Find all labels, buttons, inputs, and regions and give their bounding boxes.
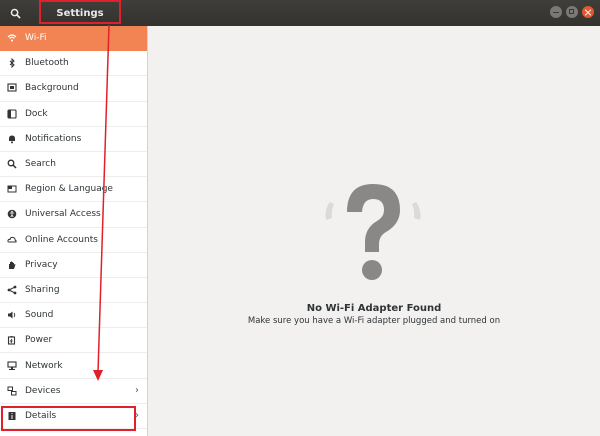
close-button[interactable] <box>582 6 594 18</box>
hand-icon <box>7 260 17 270</box>
sidebar-item-label: Region & Language <box>25 184 113 195</box>
main-panel: No Wi-Fi Adapter Found Make sure you hav… <box>148 26 600 436</box>
sidebar-item-network[interactable]: Network <box>0 353 147 379</box>
maximize-button[interactable] <box>566 6 578 18</box>
minimize-button[interactable] <box>550 6 562 18</box>
share-icon <box>7 285 17 295</box>
devices-icon <box>7 386 17 396</box>
sidebar-item-label: Wi-Fi <box>25 33 47 44</box>
cloud-icon <box>7 235 17 245</box>
sidebar-item-power[interactable]: Power <box>0 328 147 354</box>
search-icon <box>10 8 21 19</box>
sidebar-item-label: Background <box>25 83 79 94</box>
sidebar-item-label: Universal Access <box>25 209 101 220</box>
question-mark-icon <box>325 184 421 280</box>
bluetooth-icon <box>7 58 17 69</box>
network-icon <box>7 360 17 371</box>
sidebar-item-privacy[interactable]: Privacy <box>0 253 147 278</box>
sidebar-item-online-accounts[interactable]: Online Accounts <box>0 228 147 253</box>
sidebar-item-label: Search <box>25 159 56 170</box>
dock-icon <box>7 109 17 119</box>
accessibility-icon <box>7 209 17 219</box>
bell-icon <box>7 134 17 144</box>
sidebar-item-label: Notifications <box>25 133 82 144</box>
wifi-icon <box>7 33 17 43</box>
sidebar-item-label: Dock <box>25 108 48 119</box>
window-controls <box>550 6 594 18</box>
speaker-icon <box>7 310 17 320</box>
sidebar-item-label: Power <box>25 335 53 346</box>
background-icon <box>7 83 17 93</box>
sidebar-item-search[interactable]: Search <box>0 152 147 178</box>
sidebar-item-label: Network <box>25 360 63 371</box>
search-button[interactable] <box>0 0 30 26</box>
flag-icon <box>7 184 17 194</box>
sidebar-item-label: Online Accounts <box>25 234 98 245</box>
sidebar: Wi-Fi Bluetooth Background Dock Notifica… <box>0 26 148 436</box>
sidebar-item-dock[interactable]: Dock <box>0 102 147 127</box>
sidebar-item-label: Sharing <box>25 284 60 295</box>
sidebar-item-label: Sound <box>25 310 54 321</box>
empty-state-title: No Wi-Fi Adapter Found <box>306 303 442 314</box>
title-highlight-box <box>39 0 121 24</box>
sidebar-item-label: Devices <box>25 385 61 396</box>
empty-state-subtitle: Make sure you have a Wi-Fi adapter plugg… <box>247 316 501 326</box>
sidebar-item-sound[interactable]: Sound <box>0 303 147 329</box>
battery-icon <box>7 335 17 345</box>
sidebar-item-devices[interactable]: Devices › <box>0 379 147 404</box>
sidebar-item-background[interactable]: Background <box>0 76 147 102</box>
search-icon <box>7 159 17 169</box>
sidebar-item-region-language[interactable]: Region & Language <box>0 177 147 203</box>
sidebar-item-universal-access[interactable]: Universal Access <box>0 202 147 228</box>
devices-highlight-box <box>1 406 136 431</box>
sidebar-item-label: Bluetooth <box>25 58 69 69</box>
sidebar-item-wifi[interactable]: Wi-Fi <box>0 26 147 52</box>
sidebar-item-bluetooth[interactable]: Bluetooth <box>0 51 147 77</box>
sidebar-item-label: Privacy <box>25 259 58 270</box>
sidebar-item-notifications[interactable]: Notifications <box>0 127 147 152</box>
chevron-right-icon: › <box>135 384 139 396</box>
header-bar: Settings <box>0 0 600 26</box>
sidebar-item-sharing[interactable]: Sharing <box>0 278 147 304</box>
